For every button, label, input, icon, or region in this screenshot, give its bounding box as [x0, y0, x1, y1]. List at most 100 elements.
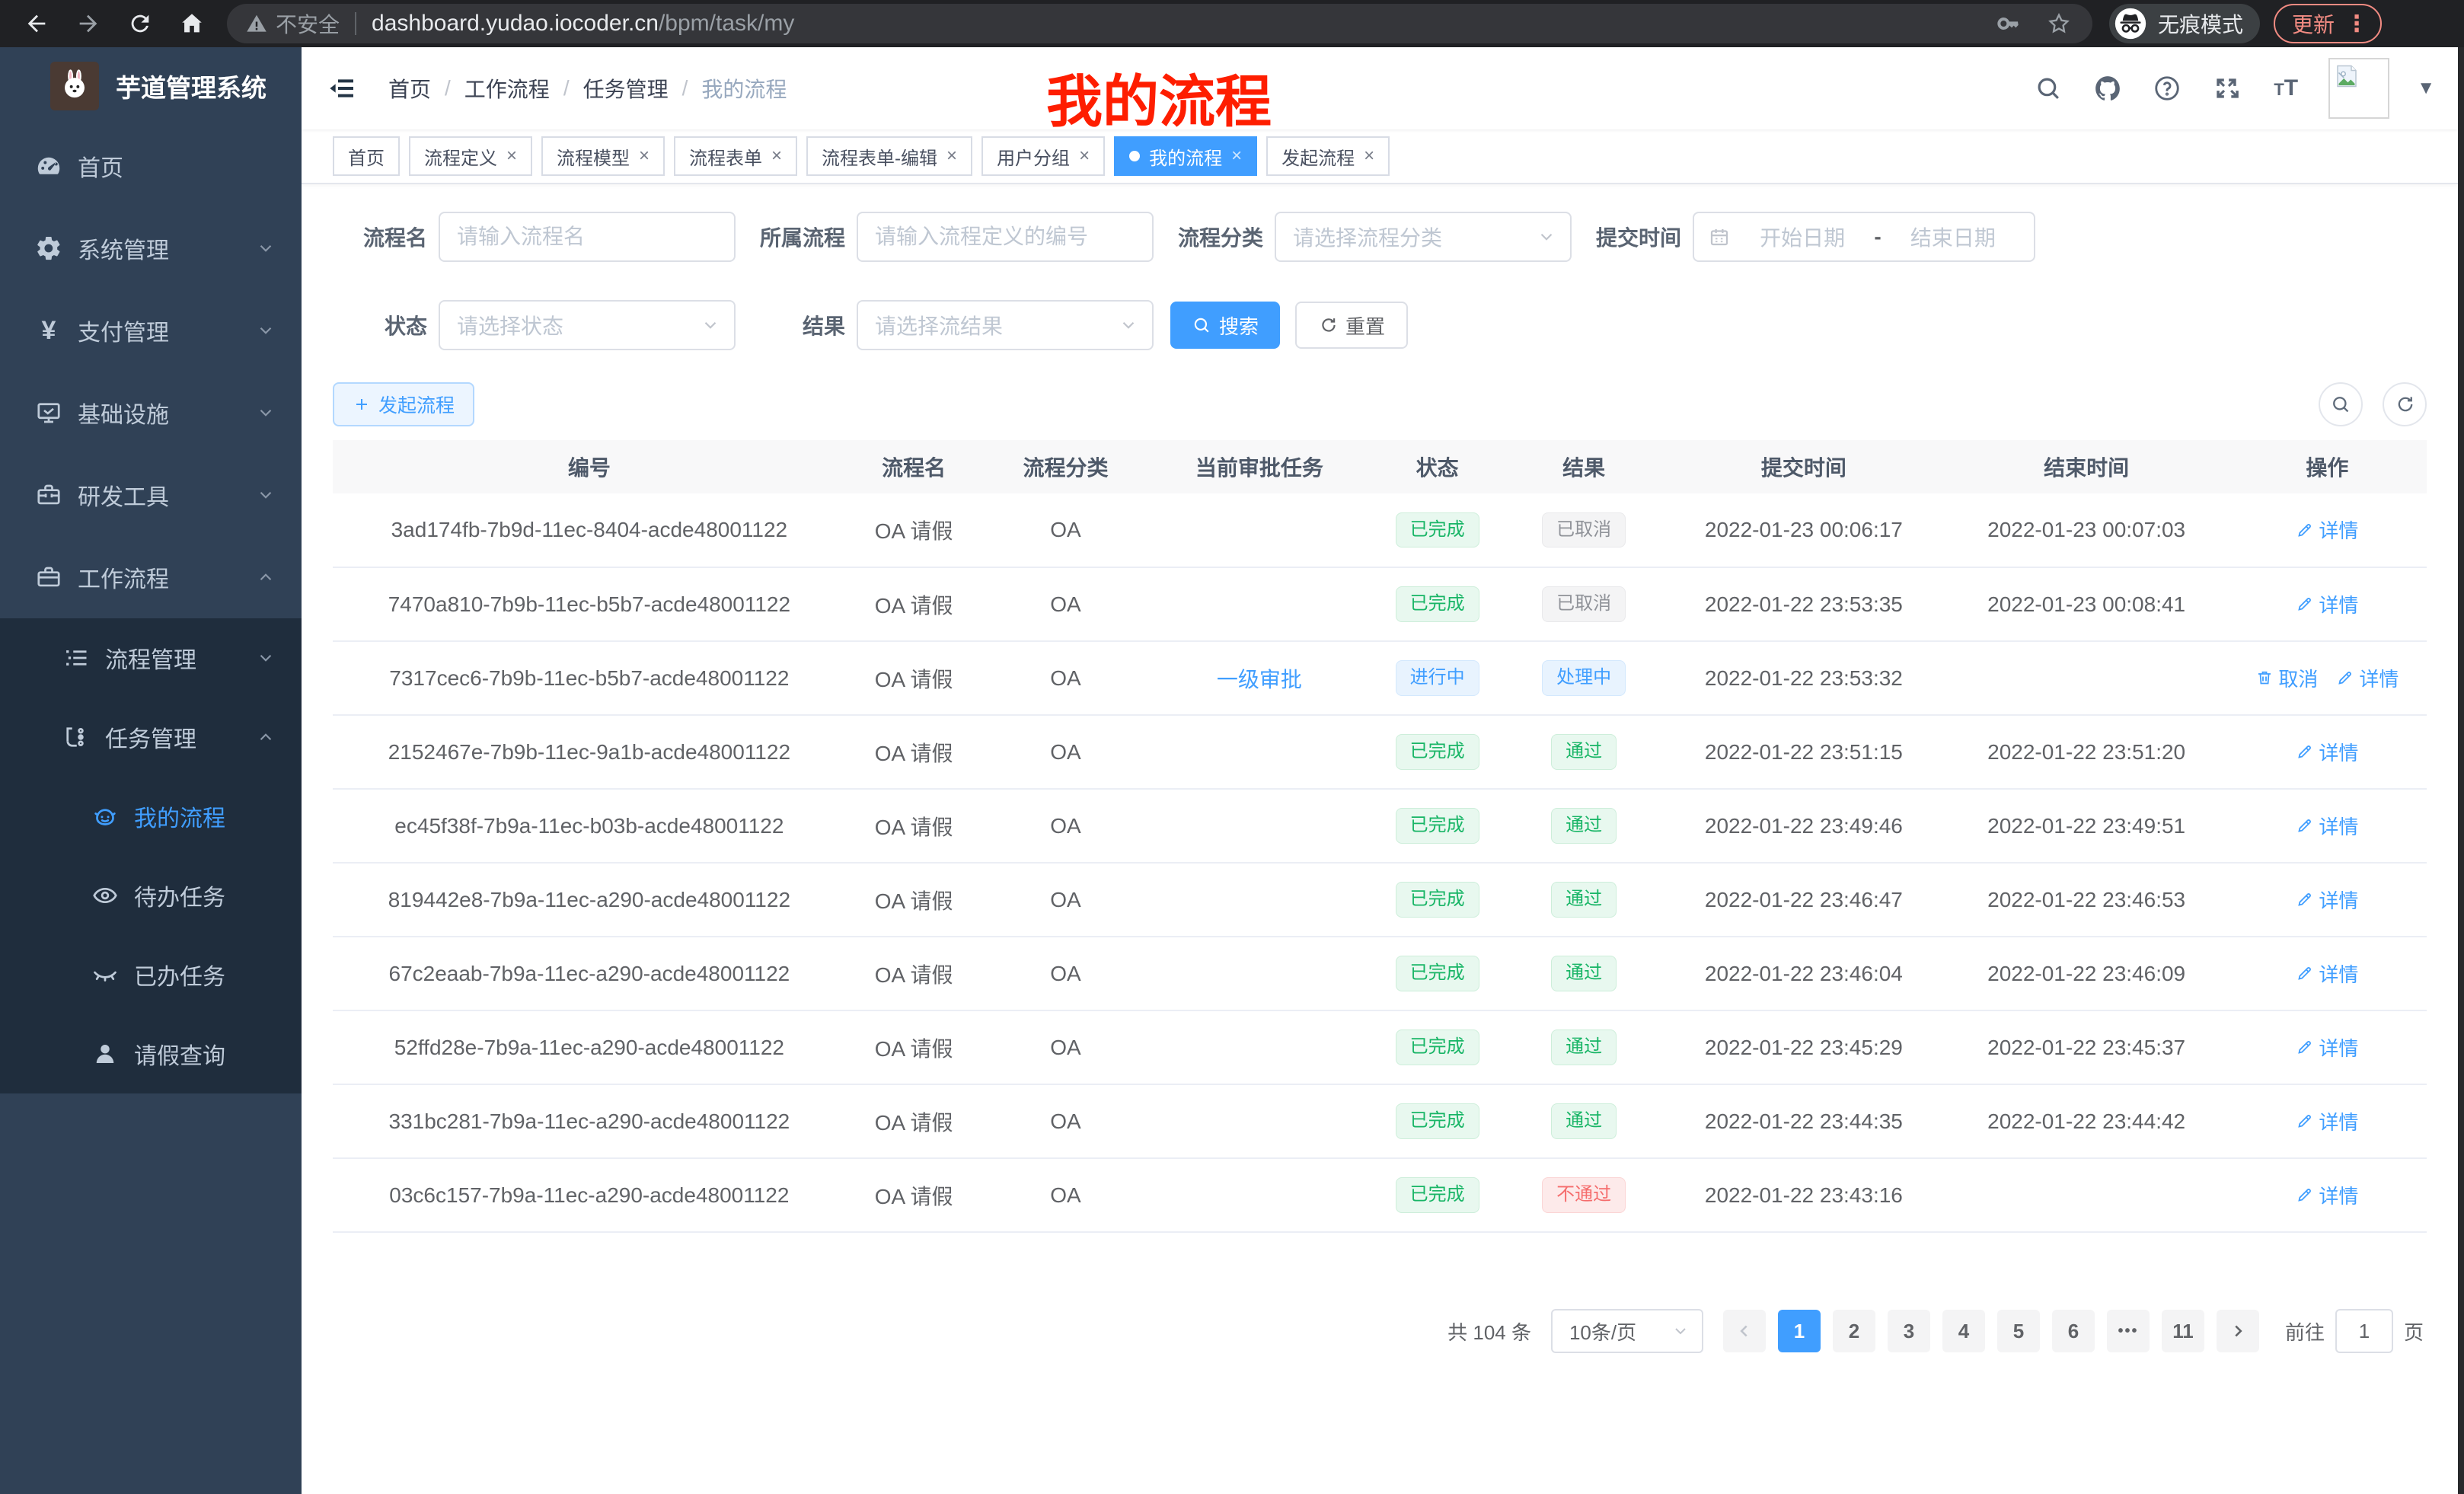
cancel-action-button[interactable]: 取消 — [2255, 664, 2318, 692]
fullscreen-icon[interactable] — [2210, 72, 2243, 105]
result-select[interactable]: 请选择流结果 — [857, 300, 1154, 350]
page-button-4[interactable]: 4 — [1942, 1310, 1985, 1352]
scrollbar[interactable] — [2458, 47, 2464, 1494]
close-tab-icon[interactable]: × — [771, 147, 782, 165]
font-size-icon[interactable]: TT — [2269, 72, 2303, 105]
sidebar-collapse-icon[interactable] — [324, 71, 359, 106]
avatar[interactable] — [2328, 58, 2389, 119]
create-process-button[interactable]: 发起流程 — [333, 382, 474, 426]
detail-action-button[interactable]: 详情 — [2296, 812, 2358, 840]
page-ellipsis-button[interactable]: ••• — [2107, 1310, 2150, 1352]
table-row-4: ec45f38f-7b9a-11ec-b03b-acde48001122OA 请… — [333, 789, 2427, 863]
toggle-search-icon[interactable] — [2319, 382, 2363, 426]
tab-label: 发起流程 — [1281, 143, 1355, 170]
detail-action-button[interactable]: 详情 — [2296, 590, 2358, 618]
process-category-label: 流程分类 — [1169, 222, 1263, 252]
current-task-link[interactable]: 一级审批 — [1217, 668, 1302, 691]
sidebar-item-3[interactable]: 基础设施 — [0, 372, 302, 454]
sidebar-item-2[interactable]: ¥支付管理 — [0, 289, 302, 372]
sidebar-item-1[interactable]: 系统管理 — [0, 207, 302, 289]
next-page-button[interactable] — [2217, 1310, 2259, 1352]
breadcrumb-item-0[interactable]: 首页 — [388, 73, 431, 104]
page-button-1[interactable]: 1 — [1778, 1310, 1821, 1352]
filter-submit-time: 提交时间 开始日期 - 结束日期 — [1587, 212, 2035, 262]
browser-update-button[interactable]: 更新 ⋮ — [2274, 4, 2382, 43]
search-icon[interactable] — [2032, 72, 2065, 105]
refresh-icon[interactable] — [2383, 382, 2427, 426]
close-tab-icon[interactable]: × — [1364, 147, 1374, 165]
tab-2[interactable]: 流程模型× — [541, 136, 665, 176]
chevron-left-icon — [1735, 1321, 1754, 1341]
address-bar[interactable]: 不安全 dashboard.yudao.iocoder.cn/bpm/task/… — [227, 4, 2092, 43]
search-button-label: 搜索 — [1219, 311, 1259, 340]
result-badge: 通过 — [1551, 1103, 1617, 1139]
submit-time-range-picker[interactable]: 开始日期 - 结束日期 — [1693, 212, 2035, 262]
breadcrumb-item-1[interactable]: 工作流程 — [464, 73, 550, 104]
page-button-3[interactable]: 3 — [1888, 1310, 1930, 1352]
tab-3[interactable]: 流程表单 × — [674, 136, 797, 176]
sidebar-item-11[interactable]: 请假查询 — [0, 1014, 302, 1093]
browser-menu-icon[interactable]: ⋮ — [2345, 11, 2368, 37]
sidebar-item-5[interactable]: 工作流程 — [0, 536, 302, 618]
cell-id: 67c2eaab-7b9a-11ec-a290-acde48001122 — [333, 937, 846, 1010]
cell-current-task — [1150, 1158, 1370, 1232]
browser-home-button[interactable] — [172, 4, 212, 43]
page-button-2[interactable]: 2 — [1833, 1310, 1875, 1352]
github-icon[interactable] — [2091, 72, 2124, 105]
prev-page-button[interactable] — [1723, 1310, 1766, 1352]
page-button-5[interactable]: 5 — [1997, 1310, 2040, 1352]
jump-page-input[interactable] — [2335, 1309, 2393, 1353]
sidebar-item-10[interactable]: 已办任务 — [0, 935, 302, 1014]
table-row-3: 2152467e-7b9b-11ec-9a1b-acde48001122OA 请… — [333, 715, 2427, 789]
close-tab-icon[interactable]: × — [1231, 147, 1242, 165]
process-name-input[interactable] — [457, 225, 717, 249]
close-tab-icon[interactable]: × — [639, 147, 650, 165]
sidebar-item-6[interactable]: 流程管理 — [0, 618, 302, 698]
tab-7[interactable]: 发起流程 × — [1266, 136, 1390, 176]
browser-forward-button[interactable] — [69, 4, 108, 43]
detail-action-button[interactable]: 详情 — [2296, 1033, 2358, 1061]
page-size-select[interactable]: 10条/页 — [1551, 1309, 1703, 1353]
reset-button[interactable]: 重置 — [1295, 302, 1408, 349]
search-button[interactable]: 搜索 — [1170, 302, 1280, 349]
sidebar-item-label: 待办任务 — [134, 879, 225, 912]
close-tab-icon[interactable]: × — [946, 147, 957, 165]
status-select[interactable]: 请选择状态 — [439, 300, 736, 350]
browser-reload-button[interactable] — [120, 4, 160, 43]
detail-action-button[interactable]: 详情 — [2336, 664, 2399, 692]
tab-5[interactable]: 用户分组× — [981, 136, 1105, 176]
sidebar-item-7[interactable]: 任务管理 — [0, 698, 302, 777]
help-icon[interactable] — [2150, 72, 2184, 105]
tab-0[interactable]: 首页 — [333, 136, 400, 176]
detail-action-button[interactable]: 详情 — [2296, 959, 2358, 988]
bookmark-star-icon[interactable] — [2044, 8, 2074, 39]
process-definition-input[interactable] — [875, 225, 1135, 249]
process-category-select[interactable]: 请选择流程分类 — [1275, 212, 1572, 262]
sidebar-item-8[interactable]: 我的流程 — [0, 777, 302, 856]
tab-4[interactable]: 流程表单-编辑× — [806, 136, 972, 176]
tab-label: 流程表单 — [689, 143, 762, 170]
sidebar-item-0[interactable]: 首页 — [0, 125, 302, 207]
detail-action-button[interactable]: 详情 — [2296, 738, 2358, 766]
detail-action-button[interactable]: 详情 — [2296, 886, 2358, 914]
sidebar-item-4[interactable]: 研发工具 — [0, 454, 302, 536]
action-label: 详情 — [2319, 812, 2358, 840]
avatar-caret-icon[interactable]: ▼ — [2417, 78, 2435, 99]
sidebar-item-9[interactable]: 待办任务 — [0, 856, 302, 935]
page-button-11[interactable]: 11 — [2162, 1310, 2204, 1352]
detail-action-button[interactable]: 详情 — [2296, 1181, 2358, 1209]
detail-action-button[interactable]: 详情 — [2296, 516, 2358, 544]
breadcrumb-item-2[interactable]: 任务管理 — [583, 73, 669, 104]
close-tab-icon[interactable]: × — [1079, 147, 1090, 165]
close-tab-icon[interactable]: × — [506, 147, 517, 165]
table-row-0: 3ad174fb-7b9d-11ec-8404-acde48001122OA 请… — [333, 493, 2427, 567]
password-key-icon[interactable] — [1993, 8, 2024, 39]
browser-back-button[interactable] — [17, 4, 56, 43]
status-placeholder: 请选择状态 — [457, 310, 563, 340]
tab-6[interactable]: 我的流程× — [1114, 136, 1257, 176]
yen-icon: ¥ — [34, 315, 64, 346]
tab-1[interactable]: 流程定义× — [409, 136, 532, 176]
action-label: 详情 — [2319, 959, 2358, 988]
detail-action-button[interactable]: 详情 — [2296, 1107, 2358, 1135]
page-button-6[interactable]: 6 — [2052, 1310, 2095, 1352]
